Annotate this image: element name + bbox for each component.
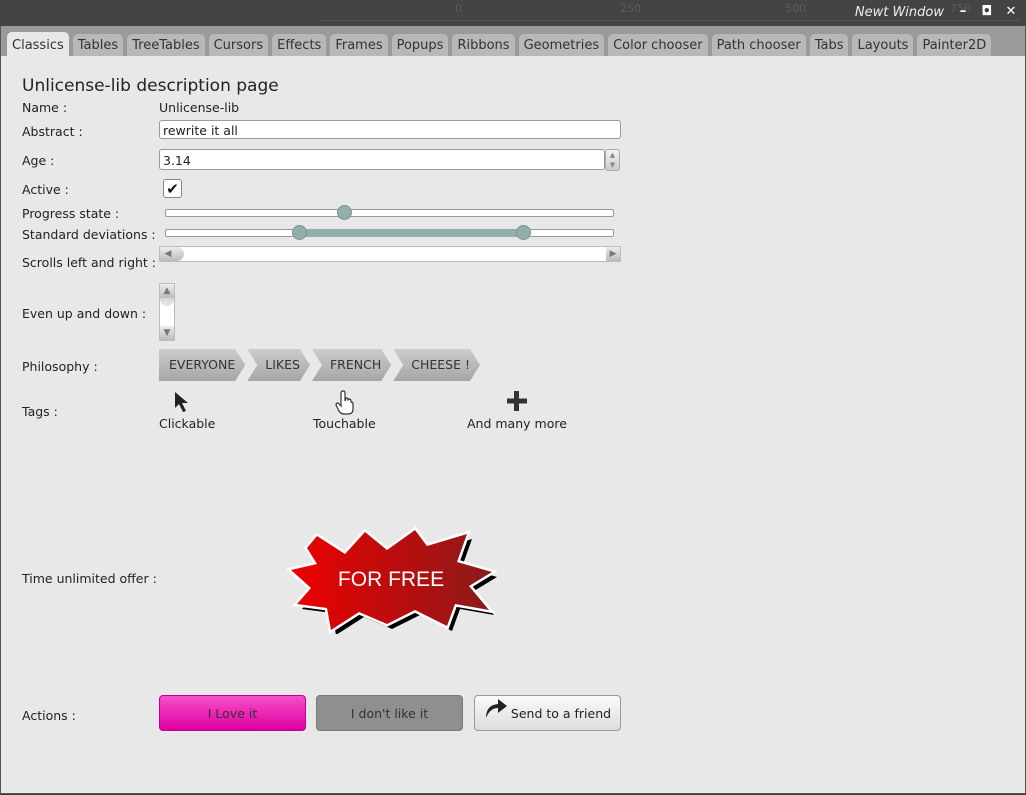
breadcrumb-item[interactable]: CHEESE !: [393, 349, 480, 381]
philosophy-label: Philosophy :: [22, 359, 98, 374]
share-arrow-icon: [484, 697, 508, 733]
breadcrumb: EVERYONE LIKES FRENCH CHEESE !: [159, 349, 482, 381]
tag-more[interactable]: And many more: [467, 390, 567, 431]
name-label: Name :: [22, 100, 68, 115]
tab-tables[interactable]: Tables: [72, 34, 124, 58]
age-spinner-input[interactable]: 3.14: [159, 149, 605, 170]
main-window: Classics Tables TreeTables Cursors Effec…: [0, 26, 1026, 794]
tab-ribbons[interactable]: Ribbons: [452, 34, 515, 58]
offer-label: Time unlimited offer :: [22, 571, 157, 586]
plus-icon: [467, 390, 567, 416]
classics-panel: Unlicense-lib description page Name : Un…: [1, 56, 1025, 793]
actions-label: Actions :: [22, 708, 76, 723]
range-low-thumb[interactable]: [292, 225, 308, 240]
hscroll-label: Scrolls left and right :: [22, 255, 157, 270]
age-spinner-buttons[interactable]: ▲ ▼: [605, 149, 620, 171]
progress-slider[interactable]: [165, 205, 614, 220]
title-bar: Newt Window – ◘ ✕: [0, 0, 1026, 26]
deviations-label: Standard deviations :: [22, 227, 156, 242]
hand-cursor-icon: [313, 390, 376, 416]
love-it-button[interactable]: I Love it: [159, 695, 306, 731]
progress-label: Progress state :: [22, 206, 120, 221]
tag-clickable[interactable]: Clickable: [159, 390, 215, 431]
close-button[interactable]: ✕: [1004, 5, 1018, 19]
breadcrumb-item[interactable]: LIKES: [247, 349, 310, 381]
tab-layouts[interactable]: Layouts: [852, 34, 914, 58]
tag-label: Clickable: [159, 416, 216, 431]
active-label: Active :: [22, 182, 69, 197]
spin-up-icon[interactable]: ▲: [606, 150, 619, 160]
maximize-button[interactable]: ◘: [980, 5, 994, 19]
tab-path-chooser[interactable]: Path chooser: [711, 34, 806, 58]
scroll-down-icon[interactable]: ▼: [160, 326, 174, 340]
active-checkbox[interactable]: ✔: [163, 179, 182, 198]
minimize-button[interactable]: –: [956, 5, 970, 19]
tag-touchable[interactable]: Touchable: [313, 390, 376, 431]
vscroll-label: Even up and down :: [22, 306, 147, 321]
tags-label: Tags :: [22, 404, 58, 419]
breadcrumb-item[interactable]: EVERYONE: [159, 349, 245, 381]
deviations-range-slider[interactable]: [165, 225, 614, 240]
tab-classics[interactable]: Classics: [7, 32, 69, 58]
tag-label: Touchable: [313, 416, 376, 431]
checkmark-icon: ✔: [166, 180, 179, 198]
scroll-up-icon[interactable]: ▲: [160, 284, 174, 298]
arrow-cursor-icon: [159, 390, 215, 416]
tab-effects[interactable]: Effects: [272, 34, 327, 58]
scroll-left-icon[interactable]: ◀: [160, 247, 176, 261]
tab-geometries[interactable]: Geometries: [518, 34, 605, 58]
progress-slider-thumb[interactable]: [336, 205, 352, 220]
tab-painter2d[interactable]: Painter2D: [917, 34, 992, 58]
name-value: Unlicense-lib: [159, 100, 240, 115]
horizontal-scrollbar[interactable]: ◀ ▶: [159, 246, 621, 262]
tab-color-chooser[interactable]: Color chooser: [608, 34, 708, 58]
abstract-input[interactable]: rewrite it all: [159, 120, 621, 139]
tab-bar: Classics Tables TreeTables Cursors Effec…: [1, 30, 995, 58]
for-free-starburst[interactable]: FOR FREE: [287, 524, 497, 634]
page-title: Unlicense-lib description page: [22, 76, 279, 96]
vertical-scrollbar[interactable]: ▲ ▼: [159, 283, 175, 341]
scroll-right-icon[interactable]: ▶: [606, 247, 620, 261]
dislike-button[interactable]: I don't like it: [316, 695, 463, 731]
offer-text: FOR FREE: [338, 568, 444, 591]
tab-popups[interactable]: Popups: [391, 34, 449, 58]
age-label: Age :: [22, 153, 55, 168]
range-fill: [300, 229, 524, 237]
abstract-label: Abstract :: [22, 124, 83, 139]
range-high-thumb[interactable]: [515, 225, 531, 240]
tab-cursors[interactable]: Cursors: [208, 34, 269, 58]
send-to-friend-button[interactable]: Send to a friend: [474, 695, 621, 731]
tag-label: And many more: [467, 416, 567, 431]
spin-down-icon[interactable]: ▼: [606, 160, 619, 170]
breadcrumb-item[interactable]: FRENCH: [312, 349, 391, 381]
tab-tabs[interactable]: Tabs: [809, 34, 849, 58]
send-label: Send to a friend: [510, 706, 612, 721]
tab-frames[interactable]: Frames: [330, 34, 388, 58]
tab-treetables[interactable]: TreeTables: [127, 34, 205, 58]
window-title: Newt Window: [854, 5, 944, 20]
